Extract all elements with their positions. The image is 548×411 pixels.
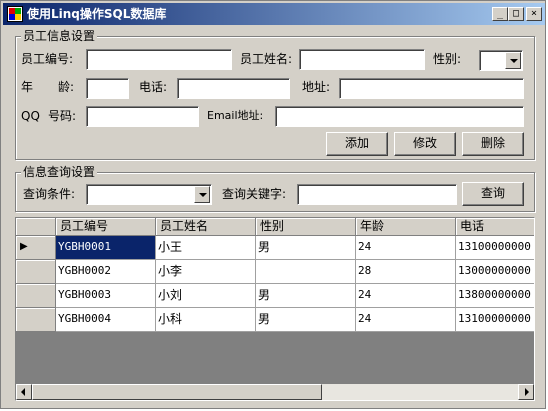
column-header-phone[interactable]: 电话 (456, 218, 534, 236)
table-row[interactable]: ▶ YGBH0001 小王 男 24 13100000000 (16, 236, 534, 260)
row-header[interactable] (16, 308, 56, 332)
address-input[interactable] (339, 78, 524, 99)
age-input[interactable] (86, 78, 129, 99)
table-cell[interactable]: 小科 (156, 308, 256, 332)
table-cell[interactable]: 13000000000 (456, 260, 534, 284)
table-cell[interactable]: 男 (256, 284, 356, 308)
phone-input[interactable] (177, 78, 290, 99)
employee-name-label: 员工姓名: (240, 52, 293, 66)
email-label: Email地址: (207, 109, 264, 122)
table-row[interactable]: YGBH0003 小刘 男 24 13800000000 (16, 284, 534, 308)
table-cell[interactable]: 13100000000 (456, 308, 534, 332)
query-keyword-label: 查询关键字: (222, 187, 287, 201)
employee-id-label: 员工编号: (21, 52, 74, 66)
email-input[interactable] (275, 106, 524, 127)
arrow-right-icon (525, 388, 529, 396)
qq-label-part1: QQ (21, 109, 40, 123)
table-cell[interactable]: 24 (356, 308, 456, 332)
app-icon[interactable] (7, 6, 23, 22)
employee-info-group-title: 员工信息设置 (21, 29, 98, 43)
qq-input[interactable] (86, 106, 199, 127)
query-button[interactable]: 查询 (462, 182, 524, 206)
horizontal-scrollbar[interactable] (16, 384, 534, 400)
query-keyword-input[interactable] (297, 184, 457, 205)
table-cell[interactable]: 28 (356, 260, 456, 284)
delete-button[interactable]: 删除 (462, 132, 524, 156)
table-cell[interactable]: 小刘 (156, 284, 256, 308)
table-cell[interactable]: 13800000000 (456, 284, 534, 308)
row-header[interactable] (16, 260, 56, 284)
row-header[interactable]: ▶ (16, 236, 56, 260)
table-cell[interactable]: 男 (256, 236, 356, 260)
column-header-employee-name[interactable]: 员工姓名 (156, 218, 256, 236)
employee-id-input[interactable] (86, 49, 232, 70)
gender-select[interactable] (479, 50, 523, 71)
table-cell[interactable]: 小李 (156, 260, 256, 284)
address-label: 地址: (302, 80, 331, 94)
table-cell[interactable]: 小王 (156, 236, 256, 260)
query-condition-select[interactable] (86, 184, 212, 205)
table-cell[interactable]: 24 (356, 284, 456, 308)
arrow-left-icon (21, 388, 25, 396)
scroll-left-button[interactable] (16, 384, 32, 400)
table-cell[interactable]: YGBH0002 (56, 260, 156, 284)
table-cell[interactable]: YGBH0003 (56, 284, 156, 308)
minimize-button[interactable]: _ (492, 7, 508, 21)
employee-data-grid[interactable]: 员工编号 员工姓名 性别 年龄 电话 ▶ YGBH0001 小王 男 24 13… (15, 217, 535, 401)
window-title: 使用Linq操作SQL数据库 (27, 7, 167, 21)
main-window: 使用Linq操作SQL数据库 _ □ × 员工信息设置 员工编号: 员工姓名: … (0, 0, 546, 409)
phone-label: 电话: (139, 80, 168, 94)
table-cell[interactable]: 24 (356, 236, 456, 260)
qq-label-part2: 号码: (48, 109, 77, 123)
chevron-down-icon[interactable] (194, 186, 210, 203)
title-bar[interactable]: 使用Linq操作SQL数据库 _ □ × (3, 3, 545, 25)
chevron-down-icon[interactable] (505, 52, 521, 69)
age-label-part1: 年 (21, 80, 34, 94)
column-header-gender[interactable]: 性别 (256, 218, 356, 236)
grid-corner-header[interactable] (16, 218, 56, 236)
table-cell[interactable]: YGBH0004 (56, 308, 156, 332)
scrollbar-thumb[interactable] (32, 384, 322, 400)
query-group-title: 信息查询设置 (21, 165, 98, 179)
table-cell[interactable]: YGBH0001 (56, 236, 156, 260)
table-row[interactable]: YGBH0004 小科 男 24 13100000000 (16, 308, 534, 332)
close-button[interactable]: × (526, 7, 542, 21)
column-header-employee-id[interactable]: 员工编号 (56, 218, 156, 236)
table-cell[interactable]: 13100000000 (456, 236, 534, 260)
gender-label: 性别: (433, 52, 462, 66)
maximize-button[interactable]: □ (508, 7, 524, 21)
query-condition-label: 查询条件: (23, 187, 76, 201)
scroll-right-button[interactable] (518, 384, 534, 400)
age-label-part2: 龄: (58, 80, 75, 94)
table-cell[interactable]: 男 (256, 308, 356, 332)
current-row-arrow-icon: ▶ (20, 241, 28, 252)
column-header-age[interactable]: 年龄 (356, 218, 456, 236)
table-row[interactable]: YGBH0002 小李 28 13000000000 (16, 260, 534, 284)
add-button[interactable]: 添加 (326, 132, 388, 156)
employee-name-input[interactable] (299, 49, 425, 70)
table-cell[interactable] (256, 260, 356, 284)
edit-button[interactable]: 修改 (394, 132, 456, 156)
row-header[interactable] (16, 284, 56, 308)
